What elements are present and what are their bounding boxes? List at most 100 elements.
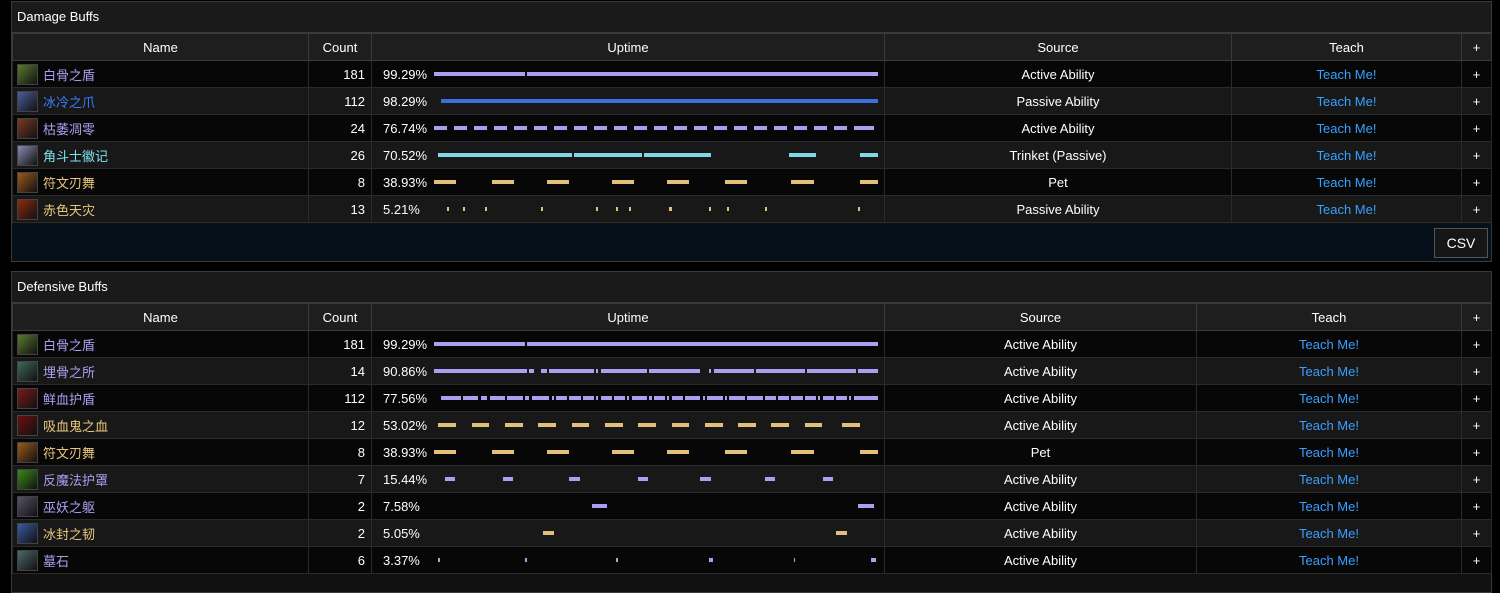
buff-name-link[interactable]: 符文刃舞 <box>43 176 95 191</box>
teach-me-link[interactable]: Teach Me! <box>1231 114 1462 142</box>
expand-row-button[interactable]: + <box>1461 492 1492 520</box>
buff-name-link[interactable]: 巫妖之躯 <box>43 500 95 515</box>
buff-name-link[interactable]: 鲜血护盾 <box>43 392 95 407</box>
teach-me-link[interactable]: Teach Me! <box>1196 519 1462 547</box>
buff-icon <box>17 495 38 517</box>
uptime-timeline-bar <box>434 396 878 400</box>
teach-me-link[interactable]: Teach Me! <box>1196 438 1462 466</box>
buff-source: Active Ability <box>884 546 1197 574</box>
teach-me-link[interactable]: Teach Me! <box>1231 60 1462 88</box>
header-teach[interactable]: Teach <box>1231 33 1462 61</box>
teach-me-link[interactable]: Teach Me! <box>1231 87 1462 115</box>
uptime-segment <box>434 180 457 184</box>
expand-row-button[interactable]: + <box>1461 114 1492 142</box>
teach-me-link[interactable]: Teach Me! <box>1196 546 1462 574</box>
header-uptime[interactable]: Uptime <box>371 33 885 61</box>
uptime-segment <box>713 369 754 373</box>
uptime-timeline-bar <box>434 558 878 562</box>
header-count[interactable]: Count <box>308 303 372 331</box>
uptime-timeline-bar <box>434 72 878 76</box>
buff-name-link[interactable]: 赤色天灾 <box>43 203 95 218</box>
buff-count: 14 <box>308 357 372 385</box>
expand-row-button[interactable]: + <box>1461 411 1492 439</box>
buff-name-link[interactable]: 枯萎凋零 <box>43 122 95 137</box>
uptime-segment <box>822 396 834 400</box>
uptime-segment <box>653 126 668 130</box>
teach-me-link[interactable]: Teach Me! <box>1196 465 1462 493</box>
teach-me-link[interactable]: Teach Me! <box>1196 357 1462 385</box>
uptime-percent: 5.21% <box>383 202 420 217</box>
uptime-segment <box>591 504 608 508</box>
header-source[interactable]: Source <box>884 303 1197 331</box>
teach-me-link[interactable]: Teach Me! <box>1231 168 1462 196</box>
teach-me-link[interactable]: Teach Me! <box>1231 141 1462 169</box>
header-uptime[interactable]: Uptime <box>371 303 885 331</box>
table-row: 白骨之盾 181 99.29% Active Ability Teach Me! + <box>12 60 1492 88</box>
buff-name-link[interactable]: 白骨之盾 <box>43 68 95 83</box>
teach-me-link[interactable]: Teach Me! <box>1196 330 1462 358</box>
expand-row-button[interactable]: + <box>1461 141 1492 169</box>
buff-name-link[interactable]: 反魔法护罩 <box>43 473 108 488</box>
uptime-segment <box>527 72 878 76</box>
header-expand-all[interactable]: + <box>1461 303 1492 331</box>
uptime-percent: 7.58% <box>383 499 420 514</box>
expand-row-button[interactable]: + <box>1461 87 1492 115</box>
uptime-segment <box>553 126 568 130</box>
buff-name-link[interactable]: 墓石 <box>43 554 69 569</box>
buff-count: 13 <box>308 195 372 223</box>
expand-row-button[interactable]: + <box>1461 519 1492 547</box>
header-expand-all[interactable]: + <box>1461 33 1492 61</box>
buff-name-link[interactable]: 埋骨之所 <box>43 365 95 380</box>
buff-name-link[interactable]: 角斗士徽记 <box>43 149 108 164</box>
expand-row-button[interactable]: + <box>1461 330 1492 358</box>
teach-me-link[interactable]: Teach Me! <box>1196 492 1462 520</box>
uptime-segment <box>596 207 598 211</box>
header-name[interactable]: Name <box>12 33 309 61</box>
teach-me-link[interactable]: Teach Me! <box>1231 195 1462 223</box>
uptime-segment <box>571 423 590 427</box>
uptime-segment <box>471 423 490 427</box>
expand-row-button[interactable]: + <box>1461 60 1492 88</box>
buff-uptime-cell: 53.02% <box>371 411 885 439</box>
buff-source: Passive Ability <box>884 195 1232 223</box>
buff-source: Passive Ability <box>884 87 1232 115</box>
expand-row-button[interactable]: + <box>1461 195 1492 223</box>
buff-uptime-cell: 5.05% <box>371 519 885 547</box>
uptime-segment <box>447 207 450 211</box>
table-row: 角斗士徽记 26 70.52% Trinket (Passive) Teach Me! + <box>12 141 1492 169</box>
buff-icon <box>17 468 38 490</box>
buff-name-cell: 符文刃舞 <box>12 438 309 466</box>
expand-row-button[interactable]: + <box>1461 465 1492 493</box>
buff-name-cell: 反魔法护罩 <box>12 465 309 493</box>
buff-name-link[interactable]: 白骨之盾 <box>43 338 95 353</box>
buff-name-link[interactable]: 吸血鬼之血 <box>43 419 108 434</box>
uptime-segment <box>667 450 690 454</box>
header-source[interactable]: Source <box>884 33 1232 61</box>
uptime-segment <box>513 126 528 130</box>
expand-row-button[interactable]: + <box>1461 384 1492 412</box>
header-teach[interactable]: Teach <box>1196 303 1462 331</box>
buff-name-link[interactable]: 冰冷之爪 <box>43 95 95 110</box>
teach-me-link[interactable]: Teach Me! <box>1196 411 1462 439</box>
buff-uptime-cell: 7.58% <box>371 492 885 520</box>
teach-me-link[interactable]: Teach Me! <box>1196 384 1462 412</box>
uptime-segment <box>631 396 648 400</box>
expand-row-button[interactable]: + <box>1461 438 1492 466</box>
uptime-segment <box>445 477 456 481</box>
expand-row-button[interactable]: + <box>1461 168 1492 196</box>
buff-name-link[interactable]: 符文刃舞 <box>43 446 95 461</box>
uptime-segment <box>835 396 847 400</box>
defensive-buffs-panel: Defensive Buffs Name Count Uptime Source… <box>11 271 1492 593</box>
buff-name-link[interactable]: 冰封之韧 <box>43 527 95 542</box>
csv-export-button[interactable]: CSV <box>1434 228 1488 258</box>
table-row: 枯萎凋零 24 76.74% Active Ability Teach Me! + <box>12 114 1492 142</box>
expand-row-button[interactable]: + <box>1461 357 1492 385</box>
expand-row-button[interactable]: + <box>1461 546 1492 574</box>
buff-uptime-cell: 38.93% <box>371 438 885 466</box>
header-count[interactable]: Count <box>308 33 372 61</box>
uptime-segment <box>669 207 672 211</box>
buff-count: 8 <box>308 438 372 466</box>
uptime-segment <box>673 126 688 130</box>
damage-buffs-rows: 白骨之盾 181 99.29% Active Ability Teach Me! + 冰冷之… <box>12 60 1492 223</box>
header-name[interactable]: Name <box>12 303 309 331</box>
